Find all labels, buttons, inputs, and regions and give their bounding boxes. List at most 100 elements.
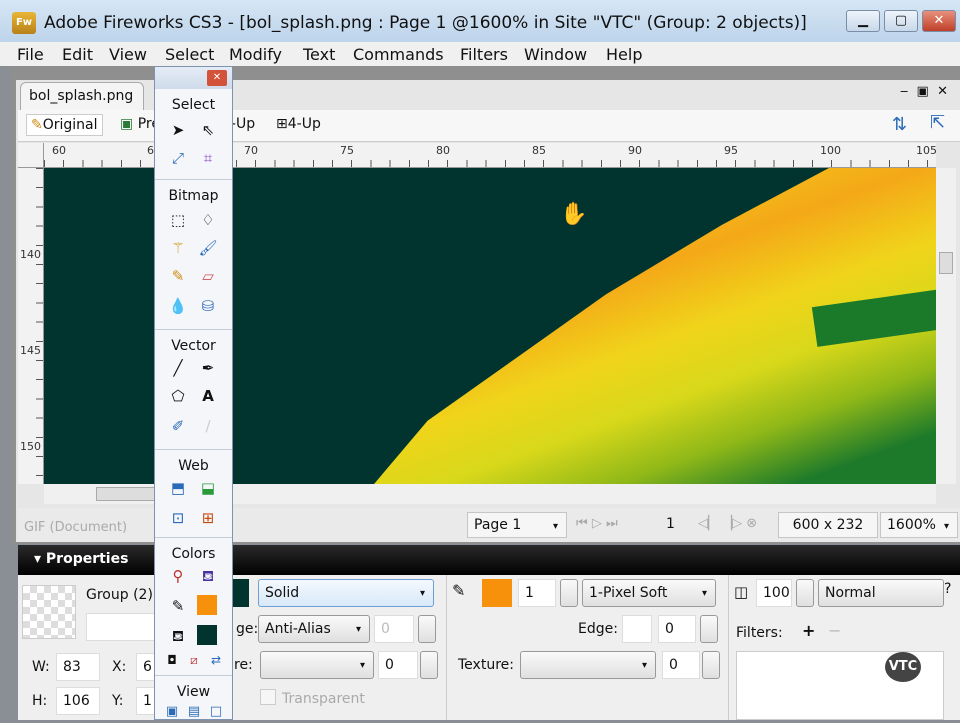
title-bar: Fw Adobe Fireworks CS3 - [bol_splash.png… xyxy=(0,0,960,44)
stroke-color-box[interactable] xyxy=(197,595,217,615)
menu-file[interactable]: File xyxy=(17,45,44,64)
edge-select[interactable]: Anti-Alias ▾ xyxy=(258,615,370,643)
fill-color-swatch[interactable] xyxy=(233,579,249,607)
doc-window-controls[interactable]: ‒ ▣ ✕ xyxy=(900,84,948,99)
pointer-tool-icon[interactable]: ➤ xyxy=(167,119,189,141)
stroke-texture-dropdown[interactable] xyxy=(702,651,720,679)
object-name-field[interactable] xyxy=(86,613,156,641)
tab-4up[interactable]: ⊞4-Up xyxy=(276,116,321,132)
page-select[interactable]: Page 1 ▾ xyxy=(467,512,567,538)
text-tool-icon[interactable]: A xyxy=(197,385,219,407)
paint-bucket-tool-icon[interactable]: ⛾ xyxy=(197,565,219,587)
height-field[interactable]: 106 xyxy=(56,687,100,715)
filters-list[interactable]: VTC xyxy=(736,651,944,720)
brush-tool-icon[interactable]: 🖌 xyxy=(197,237,219,259)
stroke-edge-field[interactable]: 0 xyxy=(658,615,696,643)
vertical-scrollbar[interactable] xyxy=(936,168,956,484)
subselect-tool-icon[interactable]: ⇖ xyxy=(197,119,219,141)
stroke-texture-select[interactable]: ▾ xyxy=(520,651,656,679)
stroke-edge-dropdown[interactable] xyxy=(700,615,718,643)
knife-tool-icon[interactable]: ∕ xyxy=(197,415,219,437)
edge-amount-dropdown[interactable] xyxy=(418,615,436,643)
close-tools-icon[interactable]: ✕ xyxy=(207,70,227,86)
eraser-tool-icon[interactable]: ▱ xyxy=(197,265,219,287)
minimize-button[interactable]: ▁ xyxy=(846,10,880,32)
pencil-tool-icon[interactable]: ✎ xyxy=(167,265,189,287)
menu-filters[interactable]: Filters xyxy=(460,45,508,64)
stroke-size-dropdown[interactable] xyxy=(560,579,578,607)
blur-tool-icon[interactable]: 💧 xyxy=(167,295,189,317)
y-field[interactable]: 1 xyxy=(136,687,156,715)
sort-icon[interactable]: ⇅ xyxy=(892,114,907,135)
object-thumbnail xyxy=(22,585,76,639)
slice-tool-icon[interactable]: ⬓ xyxy=(197,477,219,499)
pencil-icon: ✎ xyxy=(452,581,466,600)
opacity-field[interactable]: 100 xyxy=(756,579,792,607)
edge-amount-field[interactable]: 0 xyxy=(374,615,414,643)
blend-mode-select[interactable]: Normal xyxy=(818,579,944,607)
crop-tool-icon[interactable]: ⌗ xyxy=(197,147,219,169)
no-color-icon[interactable]: ⧄ xyxy=(183,649,205,671)
remove-filter-button[interactable]: − xyxy=(828,621,841,640)
menu-help[interactable]: Help xyxy=(606,45,642,64)
scroll-thumb[interactable] xyxy=(96,487,156,501)
window-title: Adobe Fireworks CS3 - [bol_splash.png : … xyxy=(44,13,807,33)
ruler-corner xyxy=(18,143,44,168)
tools-panel: ✕ Select ➤ ⇖ ⤢ ⌗ Bitmap ⬚ ♢ ⚚ 🖌 ✎ ▱ 💧 ⛁ … xyxy=(154,66,233,720)
eyedropper-tool-icon[interactable]: ⚲ xyxy=(167,565,189,587)
line-tool-icon[interactable]: ╱ xyxy=(167,357,189,379)
lasso-tool-icon[interactable]: ♢ xyxy=(197,209,219,231)
marquee-tool-icon[interactable]: ⬚ xyxy=(167,209,189,231)
scale-tool-icon[interactable]: ⤢ xyxy=(167,147,189,169)
fill-texture-select[interactable]: ▾ xyxy=(260,651,374,679)
fill-type-select[interactable]: Solid ▾ xyxy=(258,579,434,607)
document-tab[interactable]: bol_splash.png xyxy=(20,82,144,110)
hotspot-tool-icon[interactable]: ⬒ xyxy=(167,477,189,499)
width-field[interactable]: 83 xyxy=(56,653,100,681)
add-filter-button[interactable]: + xyxy=(802,621,815,640)
vertical-ruler: 140 145 150 xyxy=(18,168,44,484)
export-icon[interactable]: ⇱ xyxy=(930,112,945,133)
close-button[interactable]: ✕ xyxy=(922,10,956,32)
stroke-edge-preview xyxy=(622,615,652,643)
menu-view[interactable]: View xyxy=(109,45,147,64)
swap-colors-icon[interactable]: ⇄ xyxy=(205,649,227,671)
menu-commands[interactable]: Commands xyxy=(353,45,444,64)
hide-slices-icon[interactable]: ⊡ xyxy=(167,507,189,529)
canvas-size[interactable]: 600 x 232 xyxy=(778,512,878,538)
maximize-button[interactable]: ▢ xyxy=(884,10,918,32)
stroke-size-field[interactable]: 1 xyxy=(518,579,556,607)
menu-select[interactable]: Select xyxy=(165,45,214,64)
transparent-checkbox[interactable] xyxy=(260,689,276,705)
pen-tool-icon[interactable]: ✒ xyxy=(197,357,219,379)
x-field[interactable]: 6 xyxy=(136,653,156,681)
zoom-select[interactable]: 1600% ▾ xyxy=(880,512,958,538)
image-icon: ▣ xyxy=(120,116,134,132)
tab-original[interactable]: ✎Original xyxy=(26,114,103,136)
menu-text[interactable]: Text xyxy=(303,45,335,64)
opacity-dropdown[interactable] xyxy=(796,579,814,607)
freeform-tool-icon[interactable]: ✐ xyxy=(167,415,189,437)
menu-window[interactable]: Window xyxy=(524,45,587,64)
stroke-type-select[interactable]: 1-Pixel Soft ▾ xyxy=(582,579,716,607)
pencil-icon: ✎ xyxy=(31,117,43,133)
vtc-watermark: VTC xyxy=(885,652,921,682)
help-icon[interactable]: ? xyxy=(944,581,951,597)
fill-texture-amount-dropdown[interactable] xyxy=(420,651,438,679)
polygon-tool-icon[interactable]: ⬠ xyxy=(167,385,189,407)
stroke-pencil-icon: ✎ xyxy=(171,597,185,615)
default-colors-icon[interactable]: ◘ xyxy=(161,649,183,671)
menu-modify[interactable]: Modify xyxy=(229,45,282,64)
show-slices-icon[interactable]: ⊞ xyxy=(197,507,219,529)
magic-wand-tool-icon[interactable]: ⚚ xyxy=(167,237,189,259)
frame-step-controls[interactable]: ◁▏ ▕▷ ⊗ xyxy=(698,516,757,531)
frame-controls[interactable]: ⏮ ▷ ⏭ xyxy=(576,516,618,531)
rubber-stamp-tool-icon[interactable]: ⛁ xyxy=(197,295,219,317)
stroke-texture-amount[interactable]: 0 xyxy=(662,651,700,679)
fill-texture-amount[interactable]: 0 xyxy=(378,651,418,679)
menu-edit[interactable]: Edit xyxy=(62,45,93,64)
menu-bar: File Edit View Select Modify Text Comman… xyxy=(0,42,960,66)
stroke-color-swatch[interactable] xyxy=(482,579,512,607)
fill-color-box[interactable] xyxy=(197,625,217,645)
scroll-thumb[interactable] xyxy=(939,252,953,274)
